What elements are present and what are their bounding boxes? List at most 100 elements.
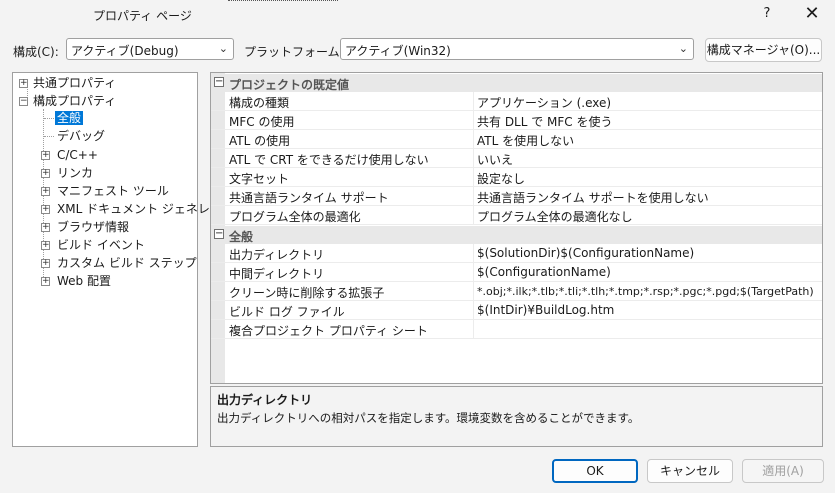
property-row[interactable]: クリーン時に削除する拡張子 *.obj;*.ilk;*.tlb;*.tli;*.… bbox=[211, 282, 822, 301]
property-value[interactable]: $(IntDir)¥BuildLog.htm bbox=[477, 303, 614, 317]
column-divider bbox=[473, 301, 474, 320]
column-divider bbox=[473, 282, 474, 301]
description-text: 出力ディレクトリへの相対パスを指定します。環境変数を含めることができます。 bbox=[217, 411, 640, 425]
expand-icon[interactable]: + bbox=[19, 79, 28, 88]
property-name: ATL で CRT をできるだけ使用しない bbox=[229, 153, 429, 167]
column-divider bbox=[473, 263, 474, 282]
tree-item-label: ブラウザ情報 bbox=[57, 220, 130, 234]
close-button[interactable]: ✕ bbox=[800, 2, 824, 26]
config-manager-button[interactable]: 構成マネージャ(O)... bbox=[705, 38, 822, 62]
expand-icon[interactable]: + bbox=[41, 277, 50, 286]
column-divider bbox=[473, 244, 474, 263]
property-name: 構成の種類 bbox=[229, 96, 290, 110]
platform-combo-value: アクティブ(Win32) bbox=[345, 44, 451, 58]
property-value[interactable]: $(SolutionDir)$(ConfigurationName) bbox=[477, 246, 694, 260]
property-row[interactable]: ビルド ログ ファイル $(IntDir)¥BuildLog.htm bbox=[211, 301, 822, 320]
property-value[interactable]: ATL を使用しない bbox=[477, 132, 574, 149]
property-value[interactable]: 設定なし bbox=[477, 170, 525, 187]
tree-item-label: マニフェスト ツール bbox=[57, 184, 169, 198]
description-title: 出力ディレクトリ bbox=[217, 393, 313, 407]
property-row[interactable]: MFC の使用 共有 DLL で MFC を使う bbox=[211, 111, 822, 130]
config-combo-value: アクティブ(Debug) bbox=[71, 44, 179, 58]
description-panel: 出力ディレクトリ 出力ディレクトリへの相対パスを指定します。環境変数を含めること… bbox=[210, 386, 823, 447]
property-value[interactable]: 共通言語ランタイム サポートを使用しない bbox=[477, 189, 709, 206]
column-divider bbox=[473, 92, 474, 111]
collapse-icon[interactable]: − bbox=[19, 97, 28, 106]
property-name: プログラム全体の最適化 bbox=[229, 210, 361, 224]
help-button[interactable]: ? bbox=[757, 4, 777, 24]
cancel-button[interactable]: キャンセル bbox=[647, 459, 733, 483]
property-name: クリーン時に削除する拡張子 bbox=[229, 286, 385, 300]
column-divider bbox=[473, 111, 474, 130]
property-value[interactable]: $(ConfigurationName) bbox=[477, 265, 611, 279]
tree-item-general[interactable]: 全般 bbox=[55, 110, 84, 127]
property-value[interactable]: *.obj;*.ilk;*.tlb;*.tli;*.tlh;*.tmp;*.rs… bbox=[477, 285, 814, 298]
config-label: 構成(C): bbox=[13, 45, 59, 59]
ok-button[interactable]: OK bbox=[552, 459, 638, 483]
expand-icon[interactable]: + bbox=[41, 259, 50, 268]
property-name: 文字セット bbox=[229, 172, 290, 186]
column-divider bbox=[473, 320, 474, 339]
column-divider bbox=[473, 206, 474, 225]
tree-item-label: 共通プロパティ bbox=[33, 76, 117, 90]
tree-item-label: Web 配置 bbox=[57, 274, 111, 288]
property-row[interactable]: ATL の使用 ATL を使用しない bbox=[211, 130, 822, 149]
tree-connector bbox=[44, 136, 54, 137]
tree-item-label: デバッグ bbox=[57, 129, 106, 143]
category-tree[interactable]: + 共通プロパティ − 構成プロパティ 全般 デバッグ + C/C++ + リン… bbox=[12, 72, 234, 447]
property-row[interactable]: 構成の種類 アプリケーション (.exe) bbox=[211, 92, 822, 111]
category-name: プロジェクトの既定値 bbox=[229, 78, 350, 92]
chevron-down-icon: ⌄ bbox=[218, 42, 228, 55]
collapse-icon[interactable]: − bbox=[214, 77, 224, 87]
property-value[interactable]: アプリケーション (.exe) bbox=[477, 94, 611, 111]
tree-item-label: ビルド イベント bbox=[57, 238, 145, 252]
property-row[interactable]: 文字セット 設定なし bbox=[211, 168, 822, 187]
category-project-defaults[interactable]: − プロジェクトの既定値 bbox=[211, 74, 822, 92]
property-pages-dialog: プロパティ ページ ? ✕ 構成(C): アクティブ(Debug) ⌄ プラット… bbox=[0, 0, 835, 493]
property-row[interactable]: 出力ディレクトリ $(SolutionDir)$(ConfigurationNa… bbox=[211, 244, 822, 263]
property-row[interactable]: ATL で CRT をできるだけ使用しない いいえ bbox=[211, 149, 822, 168]
title-artifact bbox=[228, 0, 338, 4]
tree-item-label: XML ドキュメント ジェネレータ bbox=[57, 202, 234, 216]
platform-combo[interactable]: アクティブ(Win32) ⌄ bbox=[340, 38, 694, 60]
property-name: 複合プロジェクト プロパティ シート bbox=[229, 324, 428, 338]
tree-connector bbox=[44, 118, 54, 119]
property-row[interactable]: プログラム全体の最適化 プログラム全体の最適化なし bbox=[211, 206, 822, 225]
expand-icon[interactable]: + bbox=[41, 241, 50, 250]
property-grid[interactable]: − プロジェクトの既定値 構成の種類 アプリケーション (.exe) MFC の… bbox=[210, 72, 823, 384]
tree-item-label: リンカ bbox=[57, 166, 94, 180]
property-name: 中間ディレクトリ bbox=[229, 267, 325, 281]
expand-icon[interactable]: + bbox=[41, 151, 50, 160]
config-combo[interactable]: アクティブ(Debug) ⌄ bbox=[66, 38, 234, 60]
property-value[interactable]: 共有 DLL で MFC を使う bbox=[477, 113, 613, 130]
property-name: MFC の使用 bbox=[229, 115, 295, 129]
property-name: ATL の使用 bbox=[229, 134, 291, 148]
expand-icon[interactable]: + bbox=[41, 169, 50, 178]
column-divider bbox=[473, 187, 474, 206]
property-name: 出力ディレクトリ bbox=[229, 248, 325, 262]
property-value[interactable]: いいえ bbox=[477, 151, 513, 168]
tree-item-label: C/C++ bbox=[57, 148, 98, 162]
chevron-down-icon: ⌄ bbox=[678, 42, 688, 55]
category-general[interactable]: − 全般 bbox=[211, 226, 822, 244]
column-divider bbox=[473, 168, 474, 187]
tree-item-debugging[interactable]: デバッグ bbox=[57, 128, 105, 145]
expand-icon[interactable]: + bbox=[41, 205, 50, 214]
column-divider bbox=[473, 149, 474, 168]
property-value[interactable]: プログラム全体の最適化なし bbox=[477, 208, 633, 225]
apply-button[interactable]: 適用(A) bbox=[742, 459, 824, 483]
expand-icon[interactable]: + bbox=[41, 187, 50, 196]
tree-item-label: カスタム ビルド ステップ bbox=[57, 256, 197, 270]
window-title: プロパティ ページ bbox=[93, 9, 192, 23]
property-name: ビルド ログ ファイル bbox=[229, 305, 345, 319]
title-bar: プロパティ ページ ? ✕ bbox=[0, 0, 835, 30]
property-row[interactable]: 中間ディレクトリ $(ConfigurationName) bbox=[211, 263, 822, 282]
tree-item-label: 構成プロパティ bbox=[33, 94, 117, 108]
expand-icon[interactable]: + bbox=[41, 223, 50, 232]
category-name: 全般 bbox=[229, 230, 254, 244]
collapse-icon[interactable]: − bbox=[214, 229, 224, 239]
tree-item-label: 全般 bbox=[55, 111, 84, 125]
column-divider bbox=[473, 130, 474, 149]
property-row[interactable]: 複合プロジェクト プロパティ シート bbox=[211, 320, 822, 339]
property-row[interactable]: 共通言語ランタイム サポート 共通言語ランタイム サポートを使用しない bbox=[211, 187, 822, 206]
